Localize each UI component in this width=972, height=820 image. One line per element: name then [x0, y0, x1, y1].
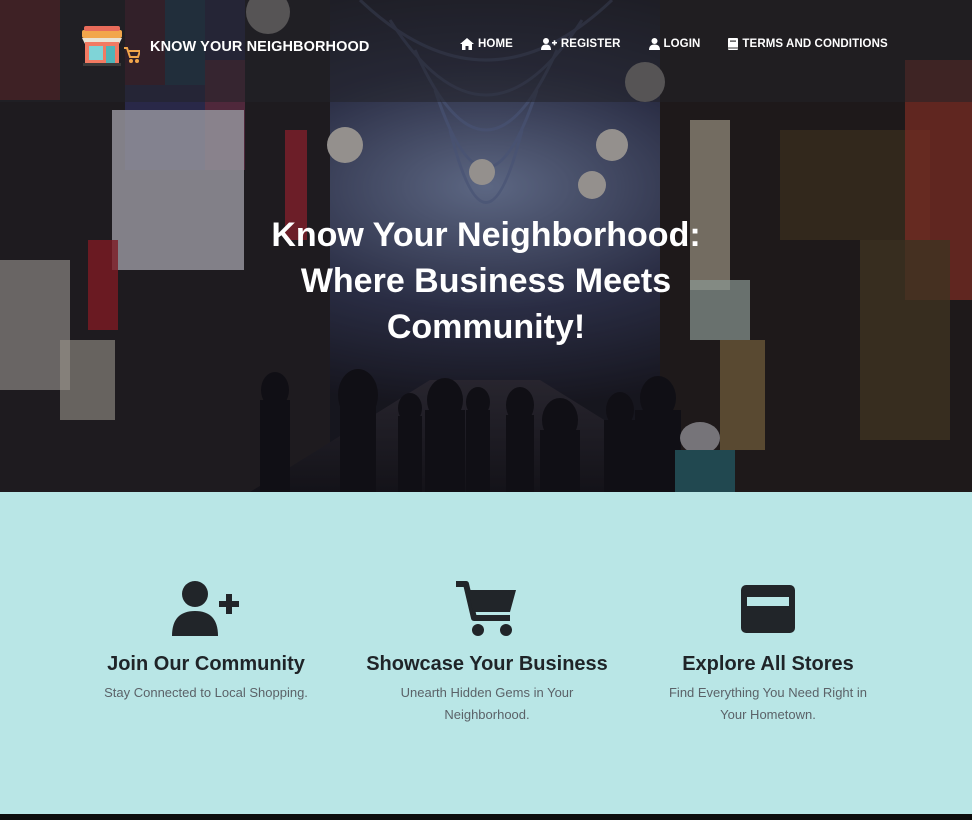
navbar: KNOW YOUR NEIGHBORHOOD HOME REGISTER LOG…	[0, 0, 972, 102]
nav-home-label: HOME	[478, 38, 513, 50]
hero-title-line-3: Community!	[386, 308, 586, 346]
nav-terms[interactable]: TERMS AND CONDITIONS	[728, 38, 888, 50]
feature-description-line-2: Your Hometown.	[720, 707, 816, 722]
nav-menu: HOME REGISTER LOGIN TERMS AND CONDITIONS	[460, 38, 916, 50]
user-icon	[648, 38, 660, 50]
nav-terms-label: TERMS AND CONDITIONS	[742, 38, 888, 50]
feature-description-line-2: Neighborhood.	[444, 707, 530, 722]
feature-title: Explore All Stores	[682, 653, 854, 675]
book-icon	[728, 38, 739, 50]
feature-description-line-1: Unearth Hidden Gems in Your	[400, 685, 574, 700]
feature-explore-stores: Explore All Stores Find Everything You N…	[608, 580, 928, 726]
brand-link[interactable]: KNOW YOUR NEIGHBORHOOD	[80, 26, 369, 68]
nav-register-label: REGISTER	[560, 38, 621, 50]
feature-title: Showcase Your Business	[366, 653, 608, 675]
feature-description: Unearth Hidden Gems in Your Neighborhood…	[327, 682, 647, 726]
feature-description: Find Everything You Need Right in Your H…	[608, 682, 928, 726]
hero-title-line-1: Know Your Neighborhood:	[271, 216, 701, 254]
feature-description: Stay Connected to Local Shopping.	[46, 682, 366, 704]
storefront-cart-icon	[82, 26, 140, 66]
user-plus-icon	[172, 581, 239, 636]
hero-title: Know Your Neighborhood: Where Business M…	[180, 212, 792, 350]
nav-login[interactable]: LOGIN	[648, 38, 701, 50]
page-bottom-edge	[0, 814, 972, 820]
feature-join-community: Join Our Community Stay Connected to Loc…	[46, 580, 366, 704]
user-plus-icon	[540, 38, 557, 50]
feature-description-line-1: Find Everything You Need Right in	[668, 685, 867, 700]
brand-name: KNOW YOUR NEIGHBORHOOD	[150, 39, 370, 55]
window-icon	[741, 585, 795, 633]
feature-title: Join Our Community	[107, 653, 305, 675]
feature-showcase-business: Showcase Your Business Unearth Hidden Ge…	[327, 580, 647, 726]
features-section: Join Our Community Stay Connected to Loc…	[0, 492, 972, 814]
nav-register[interactable]: REGISTER	[540, 38, 621, 50]
nav-login-label: LOGIN	[663, 38, 701, 50]
shopping-cart-icon	[456, 581, 516, 636]
hero-section: KNOW YOUR NEIGHBORHOOD HOME REGISTER LOG…	[0, 0, 972, 492]
hero-title-line-2: Where Business Meets	[300, 262, 672, 300]
home-icon	[460, 38, 474, 50]
nav-home[interactable]: HOME	[460, 38, 513, 50]
feature-description-line-1: Stay Connected to Local Shopping.	[104, 685, 308, 700]
